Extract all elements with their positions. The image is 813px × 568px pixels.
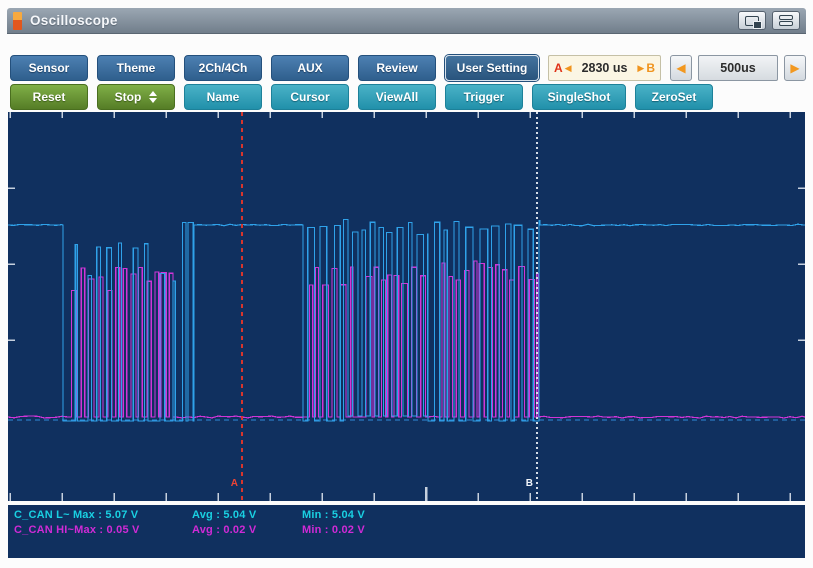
toolbar-button-viewall[interactable]: ViewAll	[358, 84, 436, 110]
button-label: AUX	[297, 61, 322, 75]
button-label: SingleShot	[548, 90, 611, 104]
layout-button[interactable]	[738, 11, 766, 30]
stepper-icon	[149, 91, 157, 103]
button-label: Sensor	[29, 61, 70, 75]
measurement-value: C_CAN L~ Max : 5.07 V	[14, 509, 138, 521]
button-label: Name	[207, 90, 240, 104]
button-label: Reset	[33, 90, 66, 104]
trace-c-can-hi	[8, 261, 805, 418]
cursor-a-label[interactable]: A	[554, 61, 563, 75]
window-title: Oscilloscope	[30, 13, 118, 28]
measurement-value: Min : 0.02 V	[302, 524, 365, 536]
measurement-value: Min : 5.04 V	[302, 509, 365, 521]
cursor-b-right-arrow-icon[interactable]: ▶	[637, 63, 644, 74]
button-label: 2Ch/4Ch	[199, 61, 248, 75]
toolbar-button-singleshot[interactable]: SingleShot	[532, 84, 626, 110]
button-label: Theme	[117, 61, 156, 75]
measurement-value: Avg : 5.04 V	[192, 509, 256, 521]
toolbar-button-review[interactable]: Review	[358, 55, 436, 81]
titlebar-buttons	[738, 11, 800, 30]
trace-c-can-l	[8, 220, 805, 422]
toolbar-button-stop[interactable]: Stop	[97, 84, 175, 110]
button-label: ViewAll	[376, 90, 418, 104]
cursor-a[interactable]: A	[231, 112, 242, 501]
toolbar-button-aux[interactable]: AUX	[271, 55, 349, 81]
toolbar-row-1: SensorTheme2Ch/4ChAUXReviewUser Setting …	[8, 55, 806, 81]
timebase-decrease-button[interactable]: ◀	[670, 55, 692, 81]
measurement-value: Avg : 0.02 V	[192, 524, 256, 536]
timebase-value: 500us	[698, 55, 778, 81]
timebase-control: ◀ 500us ▶	[670, 55, 806, 81]
button-label: ZeroSet	[652, 90, 697, 104]
waveform-svg: AB	[8, 112, 805, 501]
drive-icon	[779, 15, 793, 26]
toolbar-row-2: Reset Stop Name Cursor ViewAll Trigger SingleS…	[8, 84, 806, 110]
toolbar-button-name[interactable]: Name	[184, 84, 262, 110]
cursor-interval-value: 2830 us	[574, 61, 636, 75]
timebase-increase-button[interactable]: ▶	[784, 55, 806, 81]
toolbar-button-zeroset[interactable]: ZeroSet	[635, 84, 713, 110]
waveform-display[interactable]: AB	[8, 112, 805, 501]
toolbar-button-2ch-4ch[interactable]: 2Ch/4Ch	[184, 55, 262, 81]
toolbar-button-trigger[interactable]: Trigger	[445, 84, 523, 110]
button-label: Trigger	[464, 90, 505, 104]
button-label: User Setting	[457, 61, 528, 75]
toolbar-button-theme[interactable]: Theme	[97, 55, 175, 81]
toolbar-button-sensor[interactable]: Sensor	[10, 55, 88, 81]
measurement-row: C_CAN HI~Max : 0.05 V Avg : 0.02 V Min : 0…	[8, 524, 805, 539]
titlebar: Oscilloscope	[7, 8, 806, 34]
cursor-a-left-arrow-icon[interactable]: ◀	[565, 63, 572, 74]
measurement-value: C_CAN HI~Max : 0.05 V	[14, 524, 140, 536]
toolbar-button-reset[interactable]: Reset	[10, 84, 88, 110]
toolbar-button-cursor[interactable]: Cursor	[271, 84, 349, 110]
button-label: Review	[376, 61, 417, 75]
ruler-ticks	[8, 112, 805, 501]
measurement-row: C_CAN L~ Max : 5.07 V Avg : 5.04 V Min : 5…	[8, 509, 805, 524]
button-label: Cursor	[290, 90, 329, 104]
button-label: Stop	[115, 90, 142, 104]
save-button[interactable]	[772, 11, 800, 30]
dual-display-icon	[745, 16, 759, 26]
left-arrow-icon: ◀	[676, 61, 685, 75]
svg-text:B: B	[526, 478, 533, 489]
toolbar: SensorTheme2Ch/4ChAUXReviewUser Setting …	[8, 55, 806, 113]
svg-text:A: A	[231, 478, 238, 489]
oscilloscope-app: Oscilloscope Sensor Theme 2Ch/4Ch AUX Review…	[0, 0, 813, 568]
cursor-b-label[interactable]: B	[646, 61, 655, 75]
cursor-b[interactable]: B	[526, 112, 537, 501]
cursor-interval-readout: A ◀ 2830 us ▶ B	[548, 55, 661, 81]
app-icon	[13, 12, 22, 30]
toolbar-button-user-setting[interactable]: User Setting	[445, 55, 539, 81]
measurement-bar: C_CAN L~ Max : 5.07 V Avg : 5.04 V Min : 5…	[8, 505, 805, 558]
right-arrow-icon: ▶	[790, 61, 799, 75]
